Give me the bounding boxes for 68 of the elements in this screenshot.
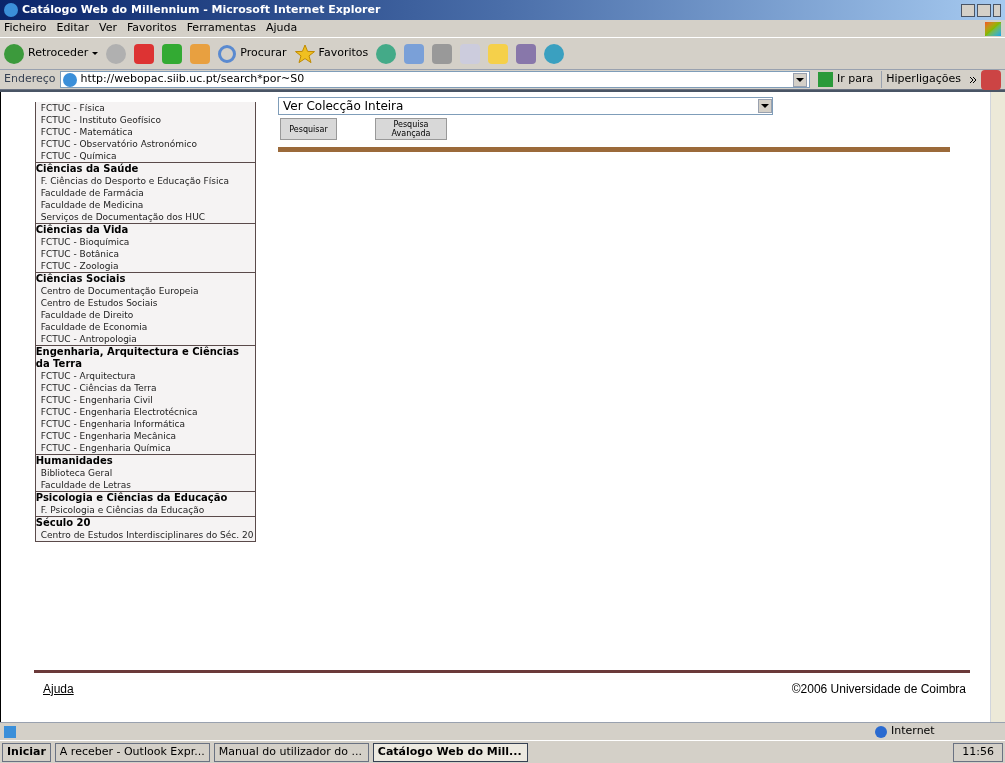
window-title: Catálogo Web do Millennium - Microsoft Internet Explorer — [22, 1, 382, 18]
search-button[interactable]: Pesquisa Avançada — [375, 118, 447, 140]
taskbar-item[interactable]: Catálogo Web do Mill... — [372, 742, 528, 762]
clock-text: 11:56 — [953, 742, 1003, 762]
search-button[interactable]: Pesquisar — [280, 118, 337, 140]
library-link[interactable]: FCTUC - Antropologia — [35, 333, 255, 345]
caret-icon — [92, 52, 99, 55]
library-link[interactable]: Centro de Estudos Interdisciplinares do Séc. 20 — [35, 529, 255, 541]
library-link[interactable]: Faculdade de Letras — [35, 479, 255, 491]
library-link[interactable]: FCTUC - Engenharia Mecânica — [35, 430, 255, 442]
library-link[interactable]: Faculdade de Economia — [35, 321, 255, 333]
category-heading: Psicologia e Ciências da Educação — [35, 492, 229, 504]
zone-text: Internet — [891, 723, 936, 740]
category-heading: Humanidades — [35, 455, 114, 467]
taskbar-item[interactable]: A receber - Outlook Expr... — [54, 742, 210, 762]
library-link[interactable]: F. Psicologia e Ciências da Educação — [35, 504, 255, 516]
magnifier-icon — [218, 44, 237, 63]
menu-item[interactable]: Favoritos — [127, 20, 177, 37]
library-link[interactable]: Biblioteca Geral — [35, 467, 255, 479]
minimize-button[interactable] — [961, 3, 975, 17]
category-heading: Engenharia, Arquitectura e Ciências da Terra — [35, 346, 240, 370]
links-button[interactable]: Hiperligações — [881, 71, 965, 88]
category-heading: Ciências Sociais — [35, 273, 127, 285]
star-icon — [294, 43, 315, 64]
library-link[interactable]: FCTUC - Matemática — [35, 126, 255, 138]
library-link[interactable]: Serviços de Documentação dos HUC — [35, 211, 255, 223]
address-label: Endereço — [4, 71, 56, 88]
library-link[interactable]: Faculdade de Medicina — [35, 199, 255, 211]
library-link[interactable]: FCTUC - Engenharia Informática — [35, 418, 255, 430]
library-link[interactable]: FCTUC - Ciências da Terra — [35, 382, 255, 394]
library-link[interactable]: FCTUC - Química — [35, 150, 255, 162]
library-link[interactable]: FCTUC - Arquitectura — [35, 370, 255, 382]
library-link[interactable]: Centro de Documentação Europeia — [35, 285, 255, 297]
start-button[interactable]: Iniciar — [2, 742, 51, 762]
library-link[interactable]: Centro de Estudos Sociais — [35, 297, 255, 309]
taskbar-item[interactable]: Manual do utilizador do ... — [213, 742, 369, 762]
maximize-button[interactable] — [977, 3, 991, 17]
close-button[interactable] — [993, 3, 1001, 17]
back-button[interactable]: Retroceder — [4, 43, 99, 64]
library-link[interactable]: FCTUC - Engenharia Electrotécnica — [35, 406, 255, 418]
library-link[interactable]: FCTUC - Instituto Geofísico — [35, 114, 255, 126]
library-link[interactable]: FCTUC - Zoologia — [35, 260, 255, 272]
go-button[interactable]: Ir para — [814, 71, 878, 88]
category-heading: Ciências da Saúde — [35, 163, 140, 175]
menu-item[interactable]: Ver — [99, 20, 117, 37]
copyright-text: ©2006 Universidade de Coimbra — [791, 681, 966, 698]
favorites-button[interactable]: Favoritos — [294, 43, 369, 64]
address-field[interactable]: http://webopac.siib.uc.pt/search*por~S0 — [59, 71, 811, 88]
help-link[interactable]: Ajuda — [43, 680, 74, 698]
collection-select[interactable]: Ver Colecção Inteira — [278, 97, 773, 115]
menu-item[interactable]: Editar — [56, 20, 89, 37]
library-link[interactable]: F. Ciências do Desporto e Educação Física — [35, 175, 255, 187]
category-heading: Ciências da Vida — [35, 224, 130, 236]
chevron-icon[interactable] — [969, 75, 977, 84]
library-link[interactable]: FCTUC - Física — [35, 102, 255, 114]
url-text: http://webopac.siib.uc.pt/search*por~S0 — [80, 71, 305, 88]
menu-item[interactable]: Ficheiro — [4, 20, 47, 37]
library-link[interactable]: FCTUC - Engenharia Química — [35, 442, 255, 454]
menu-item[interactable]: Ferramentas — [186, 20, 256, 37]
library-link[interactable]: FCTUC - Bioquímica — [35, 236, 255, 248]
library-link[interactable]: Faculdade de Farmácia — [35, 187, 255, 199]
library-link[interactable]: FCTUC - Observatório Astronómico — [35, 138, 255, 150]
library-link[interactable]: FCTUC - Botânica — [35, 248, 255, 260]
library-link[interactable]: Faculdade de Direito — [35, 309, 255, 321]
library-link[interactable]: FCTUC - Engenharia Civil — [35, 394, 255, 406]
menu-item[interactable]: Ajuda — [265, 20, 298, 37]
category-heading: Século 20 — [35, 517, 92, 529]
search-button[interactable]: Procurar — [218, 44, 287, 63]
